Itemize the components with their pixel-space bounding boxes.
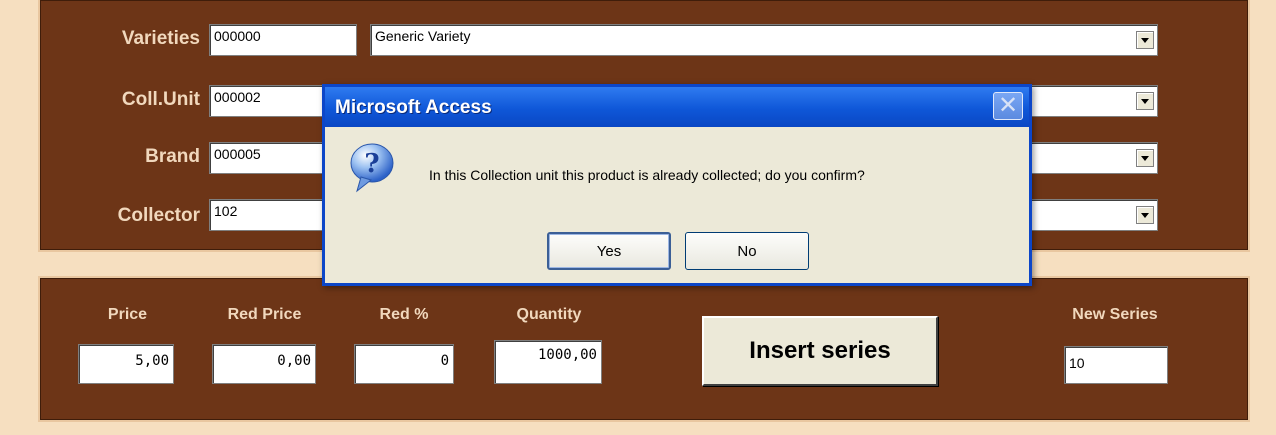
svg-text:?: ? (364, 149, 379, 179)
chevron-down-icon (1141, 37, 1149, 43)
question-icon: ? (350, 143, 394, 193)
varieties-dropdown-button[interactable] (1136, 31, 1154, 49)
new-series-field[interactable]: 10 (1064, 346, 1168, 384)
close-icon: ✕ (997, 92, 1019, 119)
varieties-combo[interactable]: Generic Variety (370, 24, 1158, 56)
dialog-titlebar[interactable]: Microsoft Access ✕ (325, 87, 1029, 127)
dialog-message: In this Collection unit this product is … (429, 167, 865, 183)
no-button[interactable]: No (685, 232, 809, 270)
red-price-label: Red Price (227, 306, 302, 323)
chevron-down-icon (1141, 155, 1149, 161)
varieties-code-field[interactable]: 000000 (209, 24, 357, 56)
price-field[interactable]: 5,00 (78, 344, 174, 384)
yes-button[interactable]: Yes (547, 232, 671, 270)
varieties-label: Varieties (121, 28, 200, 49)
new-series-label: New Series (1072, 306, 1158, 323)
brand-label: Brand (145, 146, 200, 167)
collector-label: Collector (117, 205, 200, 226)
confirm-dialog: Microsoft Access ✕ ? In this Collection … (322, 84, 1032, 286)
collector-dropdown-button[interactable] (1136, 206, 1154, 224)
brand-dropdown-button[interactable] (1136, 149, 1154, 167)
close-button[interactable]: ✕ (993, 92, 1023, 120)
chevron-down-icon (1141, 98, 1149, 104)
coll-unit-dropdown-button[interactable] (1136, 92, 1154, 110)
red-price-field[interactable]: 0,00 (212, 344, 316, 384)
quantity-field[interactable]: 1000,00 (494, 340, 602, 384)
dialog-title: Microsoft Access (335, 97, 492, 118)
price-label: Price (107, 306, 148, 323)
insert-series-button[interactable]: Insert series (702, 316, 938, 386)
red-percent-label: Red % (379, 306, 429, 323)
quantity-label: Quantity (516, 306, 582, 323)
coll-unit-label: Coll.Unit (121, 89, 200, 110)
red-percent-field[interactable]: 0 (354, 344, 454, 384)
chevron-down-icon (1141, 212, 1149, 218)
